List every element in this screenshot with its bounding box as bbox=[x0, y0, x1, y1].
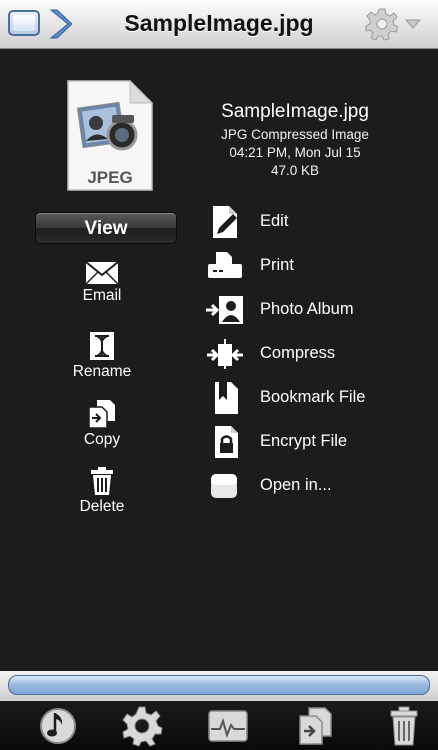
pen-document-icon bbox=[213, 206, 237, 238]
jpeg-file-icon: JPEG bbox=[67, 79, 154, 191]
encrypt-file-label: Encrypt File bbox=[260, 432, 348, 450]
file-info: SampleImage.jpg JPG Compressed Image 04:… bbox=[185, 101, 405, 180]
compress-action[interactable]: Compress bbox=[205, 336, 425, 372]
file-modified: 04:21 PM, Mon Jul 15 bbox=[229, 145, 361, 160]
open-in-label: Open in... bbox=[260, 476, 332, 494]
file-kind: JPG Compressed Image bbox=[221, 127, 369, 142]
copy-action[interactable]: Copy bbox=[56, 399, 148, 449]
print-label: Print bbox=[260, 256, 294, 274]
trash-icon bbox=[91, 467, 113, 495]
email-label: Email bbox=[82, 287, 122, 304]
status-area bbox=[0, 671, 438, 701]
copy-label: Copy bbox=[83, 431, 121, 448]
compress-label: Compress bbox=[260, 344, 336, 362]
open-in-action[interactable]: Open in... bbox=[205, 468, 425, 504]
printer-icon bbox=[208, 252, 242, 278]
file-size: 47.0 KB bbox=[270, 163, 320, 178]
email-action[interactable]: Email bbox=[56, 261, 148, 305]
music-icon[interactable] bbox=[36, 705, 80, 747]
view-button[interactable]: View bbox=[35, 212, 177, 244]
open-in-icon bbox=[211, 474, 237, 498]
gear-icon[interactable] bbox=[120, 705, 164, 747]
jpeg-label: JPEG bbox=[87, 168, 132, 187]
text-cursor-icon bbox=[90, 332, 114, 360]
file-name: SampleImage.jpg bbox=[221, 101, 369, 122]
rename-label: Rename bbox=[72, 363, 132, 380]
photo-album-icon bbox=[206, 296, 243, 324]
back-navigation[interactable] bbox=[8, 8, 76, 40]
copy-files-icon[interactable] bbox=[294, 705, 338, 747]
bookmark-file-label: Bookmark File bbox=[260, 388, 366, 406]
rename-action[interactable]: Rename bbox=[56, 331, 148, 381]
lock-document-icon bbox=[215, 426, 238, 458]
delete-label: Delete bbox=[79, 498, 125, 515]
edit-action[interactable]: Edit bbox=[205, 204, 425, 240]
envelope-icon bbox=[85, 261, 119, 285]
photo-album-label: Photo Album bbox=[260, 300, 354, 318]
photo-album-action[interactable]: Photo Album bbox=[205, 292, 425, 328]
window-icon[interactable] bbox=[8, 10, 40, 36]
status-bar bbox=[8, 675, 430, 695]
activity-monitor-icon[interactable] bbox=[206, 705, 250, 747]
file-detail-panel: JPEG SampleImage.jpg JPG Compressed Imag… bbox=[0, 49, 438, 670]
copy-icon bbox=[88, 400, 115, 429]
delete-action[interactable]: Delete bbox=[56, 466, 148, 516]
window-title: SampleImage.jpg bbox=[124, 10, 314, 36]
chevron-right-icon[interactable] bbox=[46, 8, 72, 40]
title-bar: SampleImage.jpg bbox=[0, 0, 438, 49]
tab-bar bbox=[0, 701, 438, 750]
trash-tab-icon[interactable] bbox=[382, 705, 426, 747]
bookmark-file-action[interactable]: Bookmark File bbox=[205, 380, 425, 416]
print-action[interactable]: Print bbox=[205, 248, 425, 284]
bookmark-icon bbox=[215, 382, 238, 414]
encrypt-file-action[interactable]: Encrypt File bbox=[205, 424, 425, 460]
edit-label: Edit bbox=[260, 212, 289, 230]
gear-menu-icon[interactable] bbox=[362, 6, 430, 42]
compress-icon bbox=[207, 339, 243, 369]
